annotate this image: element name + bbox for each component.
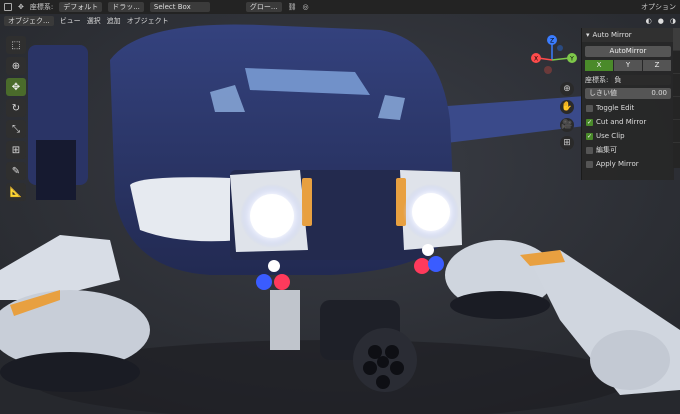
select-box-value: Select Box (153, 3, 191, 11)
toggle-edit-checkbox[interactable]: Toggle Edit (586, 103, 670, 113)
gizmo-y-label: Y (569, 56, 574, 63)
robot-trim (130, 177, 240, 242)
sidebar-tab-4[interactable] (673, 97, 680, 120)
drag-select[interactable]: ドラッ... (108, 2, 144, 12)
axis-toggle-group: X Y Z (585, 60, 671, 71)
editable-label: 編集可 (596, 146, 617, 154)
viewport-menubar: オブジェク... ビュー 選択 追加 オブジェクト ◐ ● ◑ (0, 14, 680, 28)
cut-and-mirror-label: Cut and Mirror (596, 118, 647, 126)
threshold-value: 0.00 (651, 89, 667, 97)
overlay-icon[interactable]: ◐ (646, 17, 652, 25)
orientation-select[interactable]: デフォルト (59, 2, 103, 12)
sidebar-tab-3[interactable] (673, 74, 680, 97)
axis-x-toggle[interactable]: X (585, 60, 613, 71)
cut-and-mirror-checkbox[interactable]: ✓ Cut and Mirror (586, 117, 670, 127)
axis-z-toggle[interactable]: Z (643, 60, 671, 71)
auto-mirror-panel: ▾ Auto Mirror AutoMirror X Y Z 座標系: 負 しき… (581, 28, 674, 180)
options-menu[interactable]: オプション (641, 2, 676, 12)
zoom-icon[interactable]: ⊕ (560, 82, 574, 96)
camera-icon[interactable]: 🎥 (560, 118, 574, 132)
viewport-nav-controls: ⊕ ✋ 🎥 ⊞ (560, 82, 574, 150)
header-bar: ✥ 座標系: デフォルト ドラッ... Select Box グロー... ⛓ … (0, 0, 680, 14)
pivot-select[interactable]: グロー... (245, 2, 282, 12)
rotate-tool-icon[interactable]: ↻ (6, 99, 26, 117)
apply-mirror-label: Apply Mirror (596, 160, 639, 168)
gizmo-x-label: X (534, 56, 538, 63)
select-tool-icon[interactable]: ⬚ (6, 36, 26, 54)
sidebar-tabs (673, 28, 680, 168)
measure-tool-icon[interactable]: 📐 (6, 183, 26, 201)
use-clip-checkbox[interactable]: ✓ Use Clip (586, 131, 670, 141)
sidebar-tab-1[interactable] (673, 28, 680, 51)
editable-box (586, 146, 593, 154)
toggle-edit-label: Toggle Edit (596, 104, 635, 112)
toggle-edit-box (586, 104, 593, 112)
threshold-field[interactable]: しきい値 0.00 (585, 88, 671, 99)
panel-title: Auto Mirror (592, 31, 632, 39)
editor-type-select[interactable] (4, 3, 12, 11)
shading-material-icon[interactable]: ◑ (670, 17, 676, 25)
editor-type-icon (4, 3, 12, 11)
cursor-tool-icon[interactable]: ⊕ (6, 57, 26, 75)
menu-select[interactable]: 選択 (87, 16, 101, 26)
annotate-tool-icon[interactable]: ✎ (6, 162, 26, 180)
menu-view[interactable]: ビュー (60, 16, 81, 26)
scale-tool-icon[interactable]: ⤡ (6, 120, 26, 138)
drag-value: ドラッ... (112, 3, 140, 11)
use-clip-label: Use Clip (596, 132, 625, 140)
editable-checkbox[interactable]: 編集可 (586, 145, 670, 155)
sidebar-tab-5[interactable] (673, 120, 680, 143)
menu-add[interactable]: 追加 (107, 16, 121, 26)
gizmo-z-label: Z (550, 38, 554, 45)
move-tool-icon[interactable]: ✥ (6, 78, 26, 96)
mode-select[interactable]: オブジェク... (4, 16, 54, 26)
panel-header[interactable]: ▾ Auto Mirror (582, 28, 674, 42)
robot-back-arm-left (28, 45, 88, 200)
collapse-arrow-icon: ▾ (586, 31, 590, 39)
orientation-field-select[interactable]: 負 (611, 74, 671, 85)
transform-tool-icon[interactable]: ⊞ (6, 141, 26, 159)
transform-icon[interactable]: ✥ (18, 3, 24, 11)
orientation-field-label: 座標系: (585, 75, 609, 84)
sidebar-tab-2[interactable] (673, 51, 680, 74)
proportional-edit-icon[interactable]: ◎ (303, 3, 309, 11)
pan-hand-icon[interactable]: ✋ (560, 100, 574, 114)
tool-shelf: ⬚ ⊕ ✥ ↻ ⤡ ⊞ ✎ 📐 (6, 36, 26, 201)
threshold-label: しきい値 (589, 89, 617, 97)
use-clip-box: ✓ (586, 132, 593, 140)
select-box-dropdown[interactable]: Select Box (149, 2, 210, 12)
pivot-value: グロー... (249, 3, 278, 11)
orientation-label: 座標系: (29, 3, 54, 11)
orientation-value: デフォルト (63, 3, 99, 11)
viewport-3d[interactable]: Z Y X (0, 0, 680, 414)
axis-y-toggle[interactable]: Y (614, 60, 642, 71)
grid-icon[interactable]: ⊞ (560, 136, 574, 150)
automirror-button[interactable]: AutoMirror (585, 46, 671, 57)
snap-icon[interactable]: ⛓ (288, 3, 297, 11)
shading-solid-icon[interactable]: ● (658, 17, 664, 25)
apply-mirror-checkbox[interactable]: Apply Mirror (586, 159, 670, 169)
menu-object[interactable]: オブジェクト (127, 16, 169, 26)
apply-mirror-box (586, 160, 593, 168)
options-label: オプション (641, 3, 676, 11)
cut-and-mirror-box: ✓ (586, 118, 593, 126)
